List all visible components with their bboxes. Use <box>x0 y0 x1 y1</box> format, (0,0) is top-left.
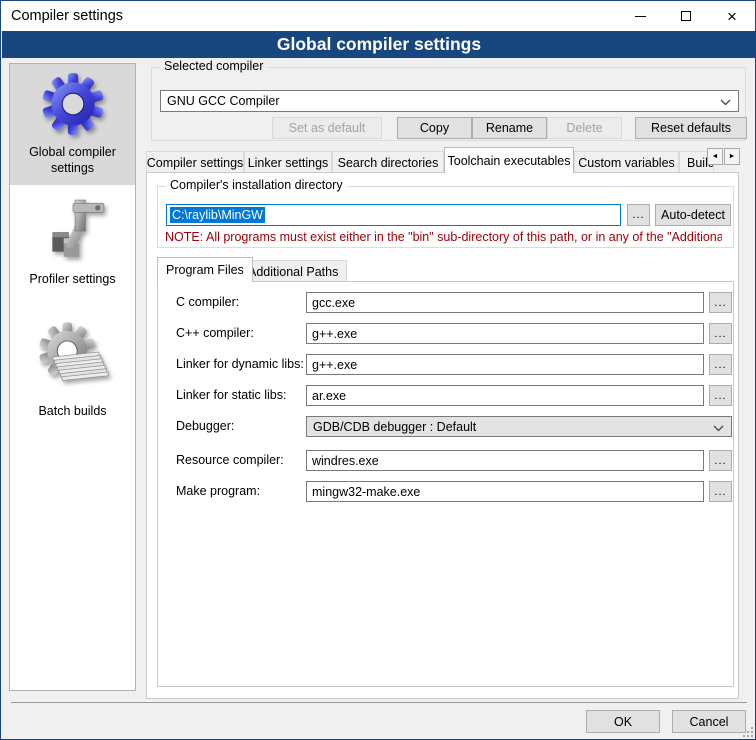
sidebar-item-label: Global compiler settings <box>14 145 131 176</box>
sidebar-item-profiler-settings[interactable]: Profiler settings <box>10 191 135 297</box>
subtab-program-files[interactable]: Program Files <box>157 257 253 282</box>
minimize-button[interactable] <box>617 1 663 31</box>
c-compiler-row: C compiler: ... <box>158 292 733 314</box>
c-compiler-input[interactable] <box>306 292 704 313</box>
tab-search-directories[interactable]: Search directories <box>332 151 444 173</box>
resource-compiler-browse-button[interactable]: ... <box>709 450 732 471</box>
window-title: Compiler settings <box>11 8 123 24</box>
field-label: Debugger: <box>176 419 234 433</box>
resource-compiler-input[interactable] <box>306 450 704 471</box>
field-label: C++ compiler: <box>176 326 254 340</box>
cpp-compiler-input[interactable] <box>306 323 704 344</box>
make-program-row: Make program: ... <box>158 481 733 503</box>
compiler-select-value: GNU GCC Compiler <box>167 94 280 108</box>
sidebar-item-label: Batch builds <box>38 404 106 420</box>
dynamic-linker-input[interactable] <box>306 354 704 375</box>
chevron-down-icon <box>720 95 731 109</box>
tab-linker-settings[interactable]: Linker settings <box>244 151 332 173</box>
debugger-select[interactable]: GDB/CDB debugger : Default <box>306 416 732 437</box>
cpp-compiler-row: C++ compiler: ... <box>158 323 733 345</box>
field-label: Linker for dynamic libs: <box>176 357 304 371</box>
cancel-button[interactable]: Cancel <box>672 710 746 733</box>
dynamic-linker-browse-button[interactable]: ... <box>709 354 732 375</box>
batch-builds-icon <box>36 322 110 399</box>
chevron-down-icon <box>713 420 724 434</box>
delete-button[interactable]: Delete <box>547 117 622 139</box>
make-program-input[interactable] <box>306 481 704 502</box>
make-program-browse-button[interactable]: ... <box>709 481 732 502</box>
group-legend: Selected compiler <box>160 59 267 73</box>
field-label: Make program: <box>176 484 260 498</box>
footer-divider <box>11 702 747 703</box>
auto-detect-button[interactable]: Auto-detect <box>655 204 731 226</box>
sidebar-item-batch-builds[interactable]: Batch builds <box>10 315 135 429</box>
dynamic-linker-row: Linker for dynamic libs: ... <box>158 354 733 376</box>
tab-scroll-right-button[interactable]: ► <box>724 148 740 165</box>
field-label: Linker for static libs: <box>176 388 286 402</box>
tab-custom-variables[interactable]: Custom variables <box>574 151 679 173</box>
maximize-button[interactable] <box>663 1 709 31</box>
set-as-default-button[interactable]: Set as default <box>272 117 382 139</box>
tab-toolchain-executables[interactable]: Toolchain executables <box>444 147 574 173</box>
tab-scroll-left-button[interactable]: ◄ <box>707 148 723 165</box>
title-bar[interactable]: Compiler settings × <box>1 1 755 31</box>
compiler-select[interactable]: GNU GCC Compiler <box>160 90 739 112</box>
cpp-compiler-browse-button[interactable]: ... <box>709 323 732 344</box>
resize-grip[interactable] <box>741 725 753 737</box>
browse-directory-button[interactable]: ... <box>627 204 650 226</box>
reset-defaults-button[interactable]: Reset defaults <box>635 117 747 139</box>
static-linker-input[interactable] <box>306 385 704 406</box>
tab-compiler-settings[interactable]: Compiler settings <box>146 151 244 173</box>
settings-category-list: Global compiler settings Profiler settin… <box>9 63 136 691</box>
selected-compiler-group: Selected compiler GNU GCC Compiler Set a… <box>151 67 746 141</box>
minimize-icon <box>635 16 646 17</box>
debugger-select-value: GDB/CDB debugger : Default <box>313 420 476 434</box>
ok-button[interactable]: OK <box>586 710 660 733</box>
compiler-settings-dialog: Compiler settings × Global compiler sett… <box>0 0 756 740</box>
sidebar-item-label: Profiler settings <box>29 272 115 288</box>
resource-compiler-row: Resource compiler: ... <box>158 450 733 472</box>
subtab-additional-paths[interactable]: Additional Paths <box>239 260 347 282</box>
debugger-row: Debugger: GDB/CDB debugger : Default <box>158 416 733 438</box>
close-icon: × <box>727 8 737 25</box>
static-linker-row: Linker for static libs: ... <box>158 385 733 407</box>
field-label: C compiler: <box>176 295 239 309</box>
blue-gear-icon <box>40 71 106 140</box>
close-button[interactable]: × <box>709 1 755 31</box>
sidebar-item-global-compiler-settings[interactable]: Global compiler settings <box>10 64 135 185</box>
maximize-icon <box>681 11 691 21</box>
bin-subdirectory-note: NOTE: All programs must exist either in … <box>165 230 722 244</box>
settings-tabstrip: Compiler settings Linker settings Search… <box>146 147 746 173</box>
group-legend: Compiler's installation directory <box>166 178 347 192</box>
toolchain-executables-page: Compiler's installation directory C:\ray… <box>146 172 739 699</box>
program-files-page: C compiler: ... C++ compiler: ... Linker… <box>157 281 734 687</box>
rename-button[interactable]: Rename <box>472 117 547 139</box>
selected-path-text: C:\raylib\MinGW <box>170 207 265 223</box>
static-linker-browse-button[interactable]: ... <box>709 385 732 406</box>
field-label: Resource compiler: <box>176 453 284 467</box>
installation-directory-input[interactable]: C:\raylib\MinGW <box>166 204 621 226</box>
copy-button[interactable]: Copy <box>397 117 472 139</box>
caliper-icon <box>40 198 106 267</box>
page-title: Global compiler settings <box>2 31 756 58</box>
c-compiler-browse-button[interactable]: ... <box>709 292 732 313</box>
